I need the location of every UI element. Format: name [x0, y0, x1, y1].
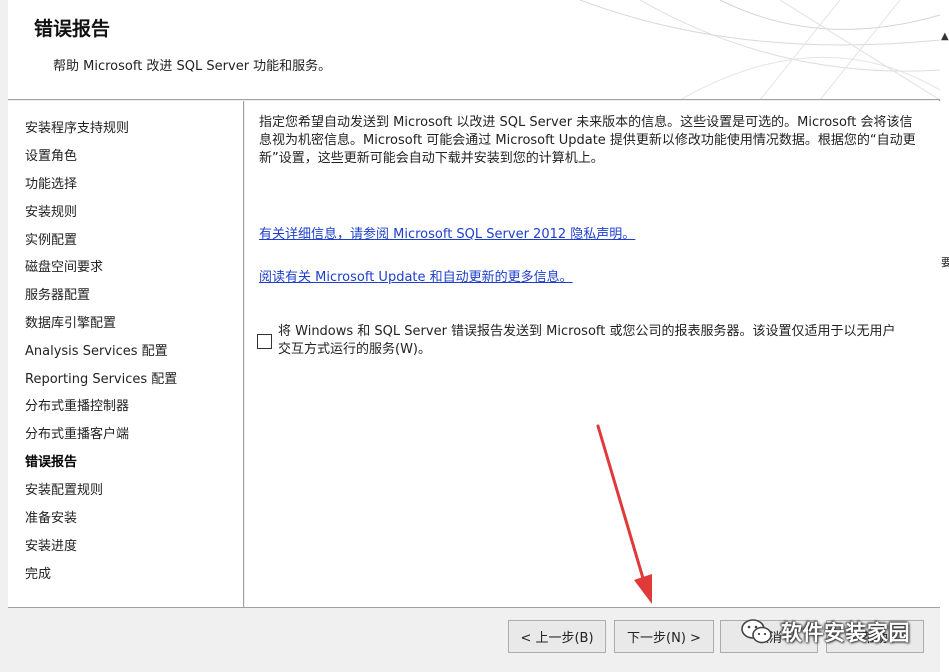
sidebar-item-ready-to-install[interactable]: 准备安装	[25, 507, 77, 526]
steps-sidebar: 安装程序支持规则 设置角色 功能选择 安装规则 实例配置 磁盘空间要求 服务器配…	[8, 101, 244, 607]
sidebar-item-error-reporting[interactable]: 错误报告	[25, 451, 77, 470]
sidebar-item-analysis-services[interactable]: Analysis Services 配置	[25, 340, 168, 359]
button-bar: < 上一步(B) 下一步(N) > 取消 帮助	[8, 607, 940, 672]
sidebar-item-replay-controller[interactable]: 分布式重播控制器	[25, 395, 129, 414]
privacy-statement-link[interactable]: 有关详细信息，请参阅 Microsoft SQL Server 2012 隐私声…	[259, 223, 635, 242]
back-button[interactable]: < 上一步(B)	[508, 620, 606, 653]
sidebar-item-disk-space[interactable]: 磁盘空间要求	[25, 256, 103, 275]
sidebar-item-installation-rules[interactable]: 安装规则	[25, 201, 77, 220]
sidebar-item-database-engine[interactable]: 数据库引擎配置	[25, 312, 116, 331]
sidebar-item-feature-selection[interactable]: 功能选择	[25, 173, 77, 192]
decorative-banner-graphic	[579, 0, 940, 99]
sidebar-item-installation-progress[interactable]: 安装进度	[25, 535, 77, 554]
main-content: 指定您希望自动发送到 Microsoft 以改进 SQL Server 未来版本…	[245, 101, 940, 607]
next-button[interactable]: 下一步(N) >	[614, 620, 714, 653]
sidebar-item-reporting-services[interactable]: Reporting Services 配置	[25, 368, 177, 387]
sidebar-item-installation-config-rules[interactable]: 安装配置规则	[25, 479, 103, 498]
sidebar-item-setup-support-rules[interactable]: 安装程序支持规则	[25, 117, 129, 136]
sidebar-item-complete[interactable]: 完成	[25, 563, 51, 582]
cancel-button[interactable]: 取消	[720, 620, 818, 653]
setup-window: 错误报告 帮助 Microsoft 改进 SQL Server 功能和服务。 安…	[0, 0, 940, 672]
intro-text: 指定您希望自动发送到 Microsoft 以改进 SQL Server 未来版本…	[259, 115, 916, 166]
help-button[interactable]: 帮助	[826, 620, 924, 653]
scroll-up-icon[interactable]: ▲	[941, 31, 949, 42]
error-reporting-checkbox-label[interactable]: 将 Windows 和 SQL Server 错误报告发送到 Microsoft…	[278, 323, 908, 359]
page-title: 错误报告	[34, 18, 111, 40]
background-window-text: 要	[941, 256, 949, 269]
sidebar-item-server-configuration[interactable]: 服务器配置	[25, 284, 90, 303]
sidebar-item-setup-role[interactable]: 设置角色	[25, 145, 77, 164]
header-banner: 错误报告 帮助 Microsoft 改进 SQL Server 功能和服务。	[8, 0, 940, 100]
sidebar-item-replay-client[interactable]: 分布式重播客户端	[25, 423, 129, 442]
error-reporting-checkbox[interactable]	[257, 334, 272, 349]
sidebar-item-instance-configuration[interactable]: 实例配置	[25, 229, 77, 248]
page-subtitle: 帮助 Microsoft 改进 SQL Server 功能和服务。	[53, 59, 332, 74]
microsoft-update-link[interactable]: 阅读有关 Microsoft Update 和自动更新的更多信息。	[259, 266, 573, 285]
